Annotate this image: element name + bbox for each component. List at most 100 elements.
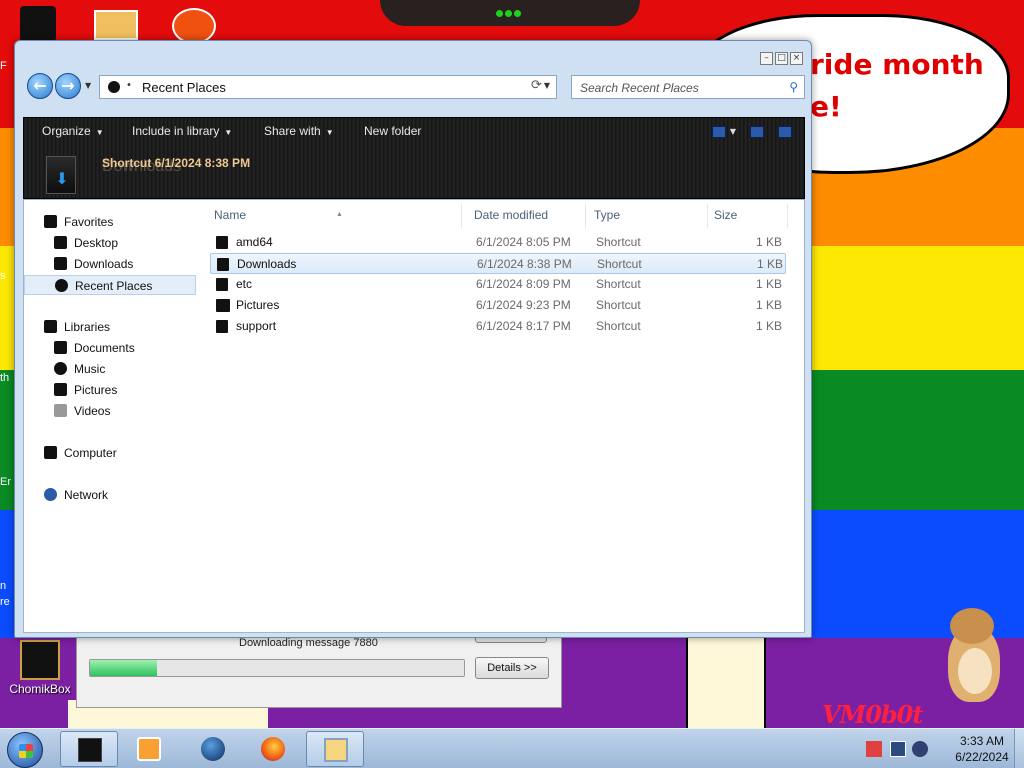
hamster-mascot-image xyxy=(940,604,1006,704)
nav-recent-places[interactable]: Recent Places xyxy=(24,275,196,295)
volume-tray-icon[interactable] xyxy=(912,741,928,757)
desktop-label-fragment: s xyxy=(0,270,6,282)
nav-computer[interactable]: Computer xyxy=(24,443,196,463)
preview-pane-icon[interactable] xyxy=(750,125,764,138)
desktop-label-fragment: re xyxy=(0,596,10,608)
firefox-icon xyxy=(261,737,285,761)
navigation-pane: Favorites Desktop Downloads Recent Place… xyxy=(24,200,196,632)
share-with-menu[interactable]: Share with ▼ xyxy=(264,124,334,138)
maximize-button[interactable]: □ xyxy=(775,52,788,65)
nav-favorites[interactable]: Favorites xyxy=(24,212,196,232)
address-text[interactable]: Recent Places xyxy=(142,80,226,95)
command-bar: Organize ▼ Include in library ▼ Share with… xyxy=(23,117,805,199)
refresh-icon[interactable]: ⟳ xyxy=(531,78,542,93)
help-icon[interactable] xyxy=(778,125,792,138)
details-button[interactable]: Details >> xyxy=(475,657,549,679)
desktop-icon-folder[interactable] xyxy=(94,10,138,40)
taskbar: 3:33 AM 6/22/2024 xyxy=(0,728,1024,768)
chomikbox-label: ChomikBox xyxy=(9,682,71,696)
window-app-icon xyxy=(324,738,348,762)
file-row[interactable]: support 6/1/2024 8:17 PM Shortcut 1 KB xyxy=(210,316,786,337)
wallpaper-shape xyxy=(686,638,766,728)
include-in-library-menu[interactable]: Include in library ▼ xyxy=(132,124,232,138)
column-header-type[interactable]: Type xyxy=(590,204,708,228)
explorer-icon xyxy=(78,738,102,762)
desktop-label-fragment: n xyxy=(0,580,7,592)
desktop-icon-chomikbox[interactable]: ChomikBox xyxy=(8,640,72,696)
change-view-icon[interactable] xyxy=(711,125,726,138)
taskbar-media-player-button[interactable] xyxy=(120,731,178,767)
downloads-icon xyxy=(54,257,67,270)
content-area: Favorites Desktop Downloads Recent Place… xyxy=(23,199,805,633)
address-dropdown-icon[interactable]: ▼ xyxy=(544,81,550,90)
taskbar-window-button[interactable] xyxy=(306,731,364,767)
music-icon xyxy=(54,362,67,375)
history-dropdown-icon[interactable]: ▼ xyxy=(85,81,91,90)
organize-menu[interactable]: Organize ▼ xyxy=(42,124,104,138)
breadcrumb-arrow-icon[interactable]: • xyxy=(126,80,132,91)
nav-downloads[interactable]: Downloads xyxy=(24,254,196,274)
speech-bubble-text: ride month e! xyxy=(810,48,984,123)
nav-desktop[interactable]: Desktop xyxy=(24,233,196,253)
nav-pictures[interactable]: Pictures xyxy=(24,380,196,400)
nav-music[interactable]: Music xyxy=(24,359,196,379)
view-dropdown-icon[interactable]: ▼ xyxy=(730,127,736,136)
pictures-icon xyxy=(54,383,67,396)
clock-date: 6/22/2024 xyxy=(955,750,1009,764)
show-desktop-button[interactable] xyxy=(1014,729,1024,768)
back-button[interactable]: ← xyxy=(27,73,53,99)
libraries-icon xyxy=(44,320,57,333)
column-header-name[interactable]: Name ▲ xyxy=(210,204,462,228)
download-progress-bar xyxy=(89,659,465,677)
file-row[interactable]: Pictures 6/1/2024 9:23 PM Shortcut 1 KB xyxy=(210,295,786,316)
address-bar[interactable]: • Recent Places ▼ xyxy=(99,75,557,99)
file-row[interactable]: etc 6/1/2024 8:09 PM Shortcut 1 KB xyxy=(210,274,786,295)
taskbar-globe-button[interactable] xyxy=(184,731,242,767)
desktop-icon xyxy=(54,236,67,249)
search-input[interactable]: Search Recent Places ⚲ xyxy=(571,75,805,99)
start-button[interactable] xyxy=(7,732,43,768)
recent-places-icon xyxy=(55,279,68,292)
view-controls: ▼ xyxy=(698,124,792,138)
window-controls: – □ × xyxy=(758,49,803,65)
details-info: Shortcut 6/1/2024 8:38 PM xyxy=(102,156,251,170)
computer-icon xyxy=(44,446,57,459)
shortcut-icon xyxy=(216,320,228,333)
navigation-bar: ← → ▼ • Recent Places ▼ ⟳ Search Recent … xyxy=(23,71,805,103)
forward-button[interactable]: → xyxy=(55,73,81,99)
nav-documents[interactable]: Documents xyxy=(24,338,196,358)
network-tray-icon[interactable] xyxy=(890,741,906,757)
minimize-button[interactable]: – xyxy=(760,52,773,65)
documents-icon xyxy=(54,341,67,354)
file-row[interactable]: Downloads 6/1/2024 8:38 PM Shortcut 1 KB xyxy=(210,253,786,274)
sort-caret-icon: ▲ xyxy=(336,211,343,218)
desktop-label-fragment: th xyxy=(0,372,10,384)
system-tray: 3:33 AM 6/22/2024 xyxy=(866,729,1024,768)
shortcut-icon xyxy=(216,236,228,249)
tray-alert-icon[interactable] xyxy=(866,741,882,757)
pictures-shortcut-icon xyxy=(216,299,230,312)
shortcut-icon xyxy=(216,278,228,291)
desktop-icon-dark[interactable] xyxy=(20,6,56,42)
desktop-icon-media[interactable] xyxy=(172,8,216,44)
column-header-date-modified[interactable]: Date modified xyxy=(470,204,586,228)
taskbar-explorer-button[interactable] xyxy=(60,731,118,767)
nav-videos[interactable]: Videos xyxy=(24,401,196,421)
globe-icon xyxy=(201,737,225,761)
close-button[interactable]: × xyxy=(790,52,803,65)
downloads-folder-icon: ⬇ xyxy=(46,156,76,194)
videos-icon xyxy=(54,404,67,417)
desktop-label-fragment: F xyxy=(0,60,7,72)
nav-network[interactable]: Network xyxy=(24,485,196,505)
watermark-text: VM0b0t xyxy=(822,700,923,729)
download-message: Downloading message 7880 xyxy=(239,637,378,649)
taskbar-firefox-button[interactable] xyxy=(244,731,302,767)
new-folder-button[interactable]: New folder xyxy=(364,124,421,138)
clock[interactable]: 3:33 AM 6/22/2024 xyxy=(940,733,1024,765)
column-header-size[interactable]: Size xyxy=(710,204,788,228)
nav-libraries[interactable]: Libraries xyxy=(24,317,196,337)
search-icon[interactable]: ⚲ xyxy=(789,80,798,94)
desktop-label-fragment: Er xyxy=(0,476,11,488)
clock-time: 3:33 AM xyxy=(959,734,1005,748)
file-row[interactable]: amd64 6/1/2024 8:05 PM Shortcut 1 KB xyxy=(210,232,786,253)
